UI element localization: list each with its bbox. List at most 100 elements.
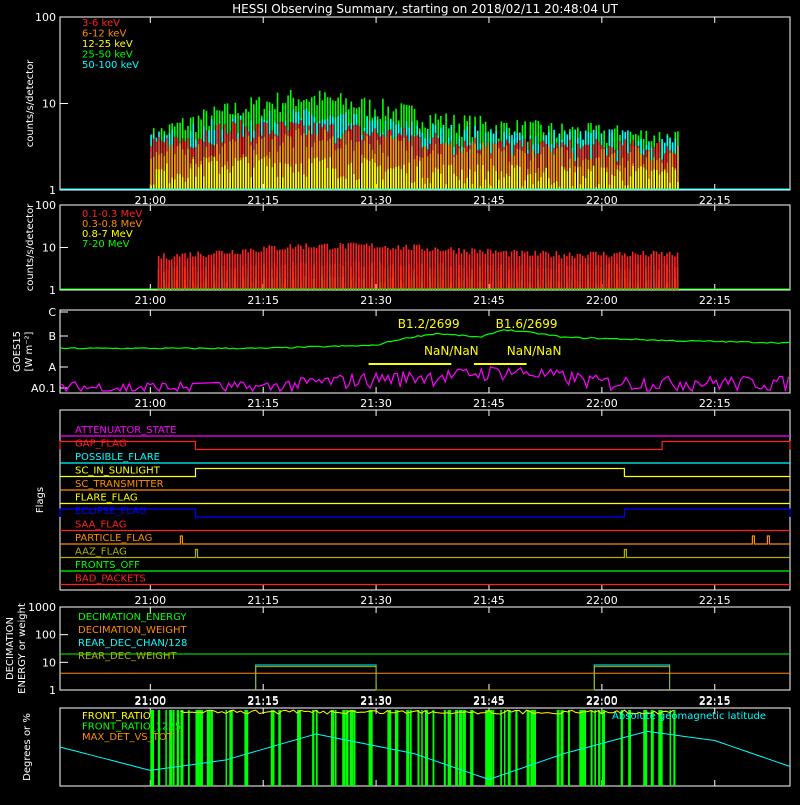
data-bar	[358, 244, 360, 290]
data-bar	[300, 245, 302, 290]
flag-aaz-flag: AAZ_FLAG	[60, 547, 790, 559]
data-bar	[624, 253, 626, 290]
data-bar	[207, 254, 210, 290]
data-bar	[168, 145, 171, 190]
data-bar	[508, 176, 511, 190]
data-bar	[313, 247, 315, 290]
data-bar	[421, 249, 423, 290]
flag-possible-flare: POSSIBLE_FLARE	[60, 452, 790, 464]
y-axis-unit: [W m⁻²]	[24, 331, 35, 371]
data-bar	[574, 172, 576, 190]
data-bar	[334, 168, 337, 190]
x-tick-label: 22:15	[699, 695, 731, 708]
data-bar	[313, 158, 316, 190]
ratio-bar	[199, 710, 203, 786]
data-bar	[376, 166, 379, 190]
x-tick-label: 21:15	[247, 594, 279, 607]
data-bar	[561, 166, 563, 190]
data-bar	[521, 150, 524, 190]
y-axis-label: Flags	[35, 487, 46, 513]
data-bar	[405, 244, 408, 290]
data-bar	[542, 250, 545, 290]
data-bar	[497, 252, 500, 290]
data-bar	[494, 250, 497, 290]
data-bar	[637, 254, 639, 290]
data-bar	[284, 163, 287, 190]
series-front-ratio-1225	[150, 710, 676, 786]
data-bar	[498, 179, 500, 190]
data-bar	[374, 162, 376, 190]
flag-label: FRONTS_OFF	[75, 560, 140, 571]
flag-trace	[60, 548, 790, 559]
data-bar	[289, 166, 292, 190]
data-bar	[539, 253, 542, 290]
data-bar	[671, 254, 674, 290]
data-bar	[490, 158, 492, 190]
legend-entry: 25-50 keV	[82, 50, 133, 61]
data-bar	[384, 171, 387, 190]
plot-frame	[59, 409, 791, 591]
data-bar	[168, 259, 170, 290]
y-tick-label: 1	[49, 684, 56, 697]
data-bar	[647, 256, 650, 290]
data-bar	[645, 255, 647, 290]
data-bar	[603, 167, 605, 190]
y-tick-label: B	[48, 330, 56, 343]
flag-label: PARTICLE_FLAG	[75, 533, 152, 544]
ratio-bar	[330, 710, 335, 786]
flag-trace	[60, 467, 790, 478]
data-bar	[263, 157, 266, 190]
flag-attenuator-state: ATTENUATOR_STATE	[60, 425, 790, 437]
ratio-bar	[443, 710, 446, 786]
y-tick-label: 1	[49, 284, 56, 297]
data-bar	[332, 168, 334, 190]
flag-label: ATTENUATOR_STATE	[75, 425, 176, 436]
data-bar	[540, 177, 542, 190]
data-bar	[303, 174, 305, 190]
y-axis-label: counts/s/detector	[25, 59, 36, 147]
x-tick-label: 22:15	[699, 594, 731, 607]
data-bar	[352, 242, 355, 290]
data-bar	[484, 179, 487, 190]
data-bar	[453, 173, 455, 190]
data-bar	[500, 171, 503, 190]
data-bar	[492, 165, 495, 190]
flag-sc-transmitter: SC_TRANSMITTER	[60, 479, 790, 491]
data-bar	[518, 256, 521, 290]
x-tick-label: 21:15	[247, 294, 279, 307]
flag-label: FLARE_FLAG	[75, 493, 138, 504]
data-bar	[619, 171, 621, 190]
data-bar	[307, 247, 310, 290]
ratio-bar	[195, 710, 200, 786]
data-bar	[405, 173, 408, 190]
data-bar	[563, 169, 566, 190]
data-bar	[584, 257, 587, 290]
flag-label: SAA_FLAG	[75, 520, 126, 531]
data-bar	[621, 255, 624, 290]
data-bar	[610, 256, 613, 290]
legend-entry: 3-6 keV	[82, 18, 120, 29]
ratio-bar	[409, 710, 412, 786]
data-bar	[666, 253, 668, 290]
data-bar	[297, 244, 300, 290]
data-bar	[471, 248, 473, 290]
x-tick-label: 21:00	[134, 594, 166, 607]
data-bar	[413, 244, 415, 290]
data-bar	[571, 151, 574, 190]
data-bar	[176, 253, 178, 290]
ratio-bar	[421, 710, 423, 786]
summary-svg: HESSI Observing Summary, starting on 201…	[5, 2, 791, 787]
flag-label: BAD_PACKETS	[75, 574, 146, 585]
flag-gap-flag: GAP_FLAG	[59, 439, 791, 451]
data-bar	[656, 169, 658, 190]
data-bar	[471, 142, 474, 190]
data-bar	[321, 159, 324, 190]
data-bar	[645, 169, 648, 190]
ratio-bar	[349, 710, 354, 786]
data-bar	[395, 166, 397, 190]
ratio-bar	[590, 710, 593, 786]
data-bar	[424, 146, 426, 190]
flag-trace	[59, 508, 791, 518]
data-bar	[329, 157, 332, 190]
data-bar	[523, 252, 526, 290]
